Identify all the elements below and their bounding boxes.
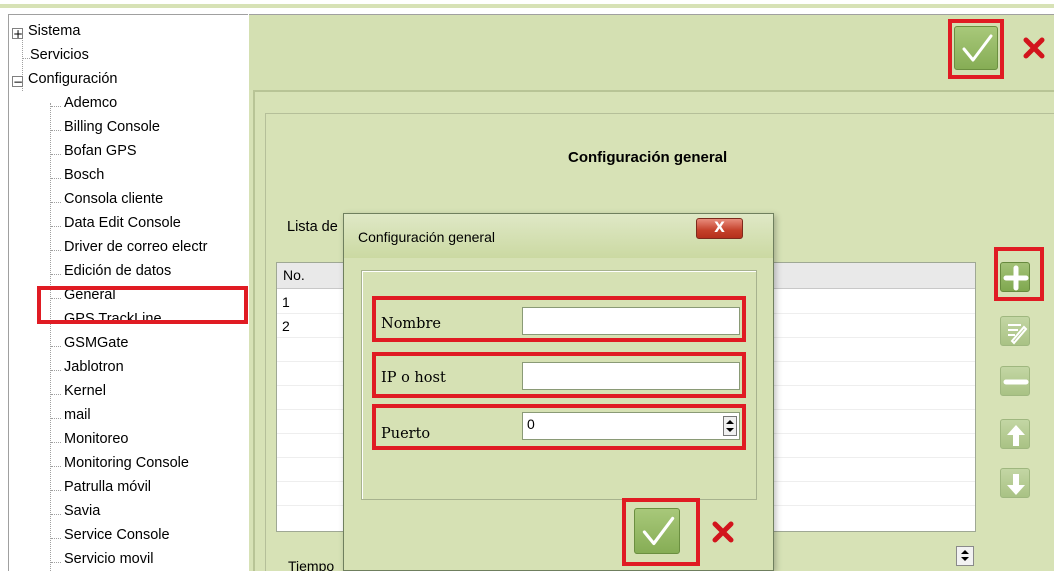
tree-item-label: Service Console xyxy=(64,527,170,543)
collapse-icon[interactable]: − xyxy=(12,75,23,89)
dialog-cancel-icon[interactable] xyxy=(711,520,735,544)
tree-item-label: Driver de correo electr xyxy=(64,239,208,255)
highlight-accept xyxy=(948,19,1004,79)
tree-item-label: Monitoreo xyxy=(64,431,129,447)
column-no[interactable]: No. xyxy=(283,267,305,283)
dialog-titlebar[interactable]: Configuración general X xyxy=(344,214,773,258)
highlight-host xyxy=(372,352,746,398)
move-up-button[interactable] xyxy=(1000,419,1030,449)
tree-item-label: Kernel xyxy=(64,383,106,399)
minus-icon xyxy=(1003,379,1029,385)
tree-item-label: Servicios xyxy=(30,47,89,63)
edit-icon xyxy=(1008,324,1028,345)
tree-item-label: Patrulla móvil xyxy=(64,479,152,495)
tree-item-label: Monitoring Console xyxy=(64,455,189,471)
tree-item-label: Jablotron xyxy=(64,359,124,375)
highlight-add xyxy=(994,247,1044,301)
table-row[interactable]: 1 xyxy=(282,294,290,310)
table-row[interactable]: 2 xyxy=(282,318,290,334)
move-down-button[interactable] xyxy=(1000,468,1030,498)
tree-item-label: mail xyxy=(64,407,91,423)
tree-item-label: Sistema xyxy=(28,23,81,39)
tree-item-label: Savia xyxy=(64,503,101,519)
remove-button[interactable] xyxy=(1000,366,1030,396)
list-label: Lista de xyxy=(287,219,338,235)
dialog-title: Configuración general xyxy=(358,229,495,245)
highlight-general xyxy=(37,286,248,324)
tree-item-label: Ademco xyxy=(64,95,118,111)
dialog-close-button[interactable]: X xyxy=(696,218,743,239)
tree-item-label: Edición de datos xyxy=(64,263,172,279)
highlight-dialog-accept xyxy=(622,498,700,566)
tree-item-label: Consola cliente xyxy=(64,191,164,207)
header-toolbar xyxy=(249,15,1054,90)
tree-item-label: Configuración xyxy=(28,71,118,87)
tree-item-label: Bofan GPS xyxy=(64,143,137,159)
tree-item-label: Data Edit Console xyxy=(64,215,181,231)
tiempo-label: Tiempo xyxy=(288,558,335,571)
tree-item-label: Servicio movil xyxy=(64,551,154,567)
arrow-up-icon xyxy=(1007,425,1025,446)
tree-item-label: GSMGate xyxy=(64,335,129,351)
edit-button[interactable] xyxy=(1000,316,1030,346)
section-title: Configuración general xyxy=(568,149,728,166)
highlight-nombre xyxy=(372,296,746,342)
tiempo-spinner[interactable] xyxy=(956,546,974,566)
close-icon[interactable] xyxy=(1022,36,1046,60)
close-icon: X xyxy=(714,220,725,236)
expand-icon[interactable]: + xyxy=(12,27,23,41)
tree-guide-line xyxy=(50,103,51,571)
top-strip xyxy=(0,0,1054,8)
highlight-puerto xyxy=(372,404,746,450)
tree-item-label: Billing Console xyxy=(64,119,160,135)
arrow-down-icon xyxy=(1007,474,1025,495)
tree-item-label: Bosch xyxy=(64,167,105,183)
